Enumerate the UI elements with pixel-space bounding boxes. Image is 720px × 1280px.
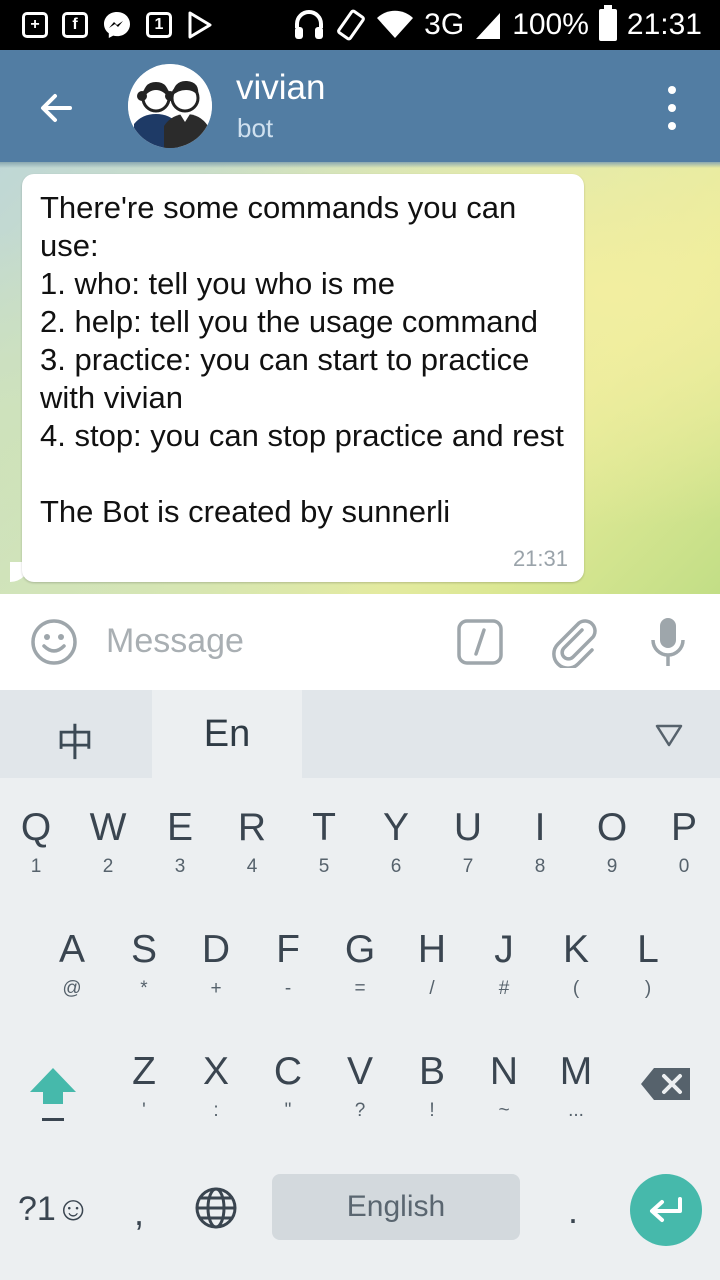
key-n[interactable]: N ~	[468, 1050, 540, 1122]
status-bar: + f 1 3G 100% 21:31	[0, 0, 720, 50]
signal-icon	[476, 13, 501, 39]
key-h[interactable]: H /	[396, 928, 468, 1000]
globe-icon[interactable]	[194, 1186, 238, 1230]
avatar[interactable]	[128, 64, 212, 148]
calendar-icon: 1	[146, 12, 172, 38]
battery-level: 100%	[512, 8, 589, 41]
message-composer: Message	[0, 594, 720, 690]
battery-icon	[598, 5, 617, 41]
lang-english-tab[interactable]: En	[152, 690, 302, 778]
comma-key[interactable]: ,	[134, 1192, 144, 1234]
language-bar: 中 En	[0, 690, 720, 778]
key-x[interactable]: X:	[180, 1050, 252, 1122]
chat-title[interactable]: vivian	[236, 68, 325, 108]
plus-icon: +	[22, 12, 48, 38]
key-q[interactable]: Q1	[0, 806, 72, 878]
headset-icon	[295, 10, 324, 39]
key-j[interactable]: J #	[468, 928, 540, 1000]
enter-key[interactable]	[630, 1174, 702, 1246]
space-key[interactable]: English	[272, 1174, 520, 1240]
period-key[interactable]: .	[568, 1190, 578, 1232]
key-i[interactable]: I8	[504, 806, 576, 878]
key-z[interactable]: Z '	[108, 1050, 180, 1122]
network-type: 3G	[424, 8, 465, 41]
shift-icon[interactable]	[28, 1064, 78, 1124]
key-w[interactable]: W2	[72, 806, 144, 878]
attach-icon[interactable]	[548, 616, 600, 668]
more-vert-icon[interactable]	[660, 86, 684, 130]
message-time: 21:31	[512, 546, 568, 571]
chat-header: vivian bot	[0, 50, 720, 162]
key-f[interactable]: F-	[252, 928, 324, 1000]
symbols-key[interactable]: ?1☺	[18, 1190, 91, 1229]
key-o[interactable]: O9	[576, 806, 648, 878]
arrow-left-icon[interactable]	[34, 86, 78, 130]
key-l[interactable]: L)	[612, 928, 684, 1000]
triangle-down-icon[interactable]	[654, 722, 684, 748]
key-s[interactable]: S *	[108, 928, 180, 1000]
key-a[interactable]: A @	[36, 928, 108, 1000]
message-text: There're some commands you can use: 1. w…	[40, 190, 564, 529]
chat-area[interactable]: There're some commands you can use: 1. w…	[0, 162, 720, 594]
key-y[interactable]: Y6	[360, 806, 432, 878]
key-d[interactable]: D +	[180, 928, 252, 1000]
key-e[interactable]: E3	[144, 806, 216, 878]
rotate-icon	[337, 9, 366, 41]
key-m[interactable]: M...	[540, 1050, 612, 1122]
clock: 21:31	[626, 8, 702, 41]
key-v[interactable]: V?	[324, 1050, 396, 1122]
key-k[interactable]: K(	[540, 928, 612, 1000]
play-store-icon	[188, 11, 212, 39]
key-r[interactable]: R4	[216, 806, 288, 878]
lang-chinese-tab[interactable]: 中	[56, 712, 94, 767]
message-input[interactable]: Message	[106, 622, 244, 661]
key-p[interactable]: P0	[648, 806, 720, 878]
wifi-icon	[377, 10, 414, 39]
microphone-icon[interactable]	[648, 616, 688, 668]
key-u[interactable]: U7	[432, 806, 504, 878]
key-g[interactable]: G =	[324, 928, 396, 1000]
couple-avatar-icon	[128, 64, 212, 148]
enter-icon	[650, 1197, 682, 1222]
bot-command-icon[interactable]	[456, 618, 504, 666]
key-t[interactable]: T5	[288, 806, 360, 878]
key-c[interactable]: C "	[252, 1050, 324, 1122]
facebook-icon: f	[62, 12, 88, 38]
header-shadow	[0, 162, 720, 168]
message-bubble[interactable]: There're some commands you can use: 1. w…	[22, 174, 584, 582]
backspace-icon[interactable]	[640, 1066, 692, 1102]
messenger-icon	[104, 12, 130, 38]
key-b[interactable]: B!	[396, 1050, 468, 1122]
emoji-icon[interactable]	[30, 618, 78, 666]
keyboard: 中 En Q1 W2 E3 R4 T5 Y6 U7 I8 O9 P0 A @ S *…	[0, 690, 720, 1280]
chat-subtitle: bot	[237, 113, 274, 143]
